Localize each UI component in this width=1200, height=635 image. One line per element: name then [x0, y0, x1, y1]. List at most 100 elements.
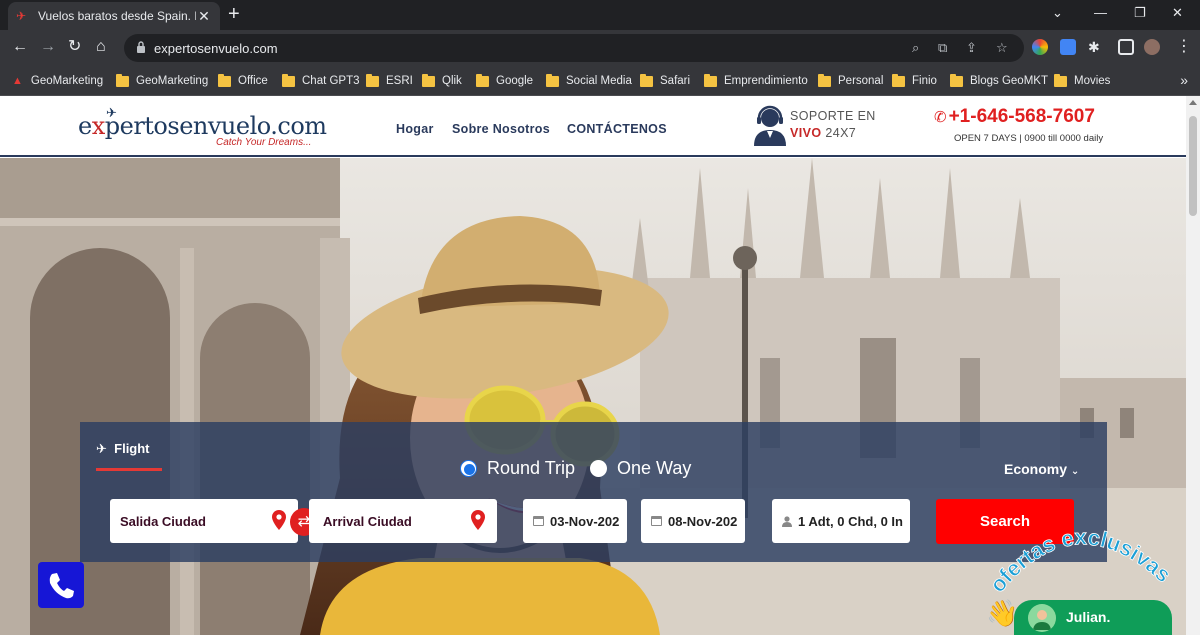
bookmark-folder[interactable]: Google — [476, 73, 533, 89]
return-date-field[interactable]: 08-Nov-202 — [641, 499, 745, 543]
origin-field[interactable]: Salida Ciudad — [110, 499, 298, 543]
minimize-icon[interactable]: — — [1094, 5, 1107, 20]
live-chat-button[interactable]: Julian. — [1014, 600, 1172, 635]
calendar-icon — [533, 516, 544, 526]
call-button[interactable] — [38, 562, 84, 608]
forward-icon[interactable]: → — [40, 38, 56, 56]
tab-title: Vuelos baratos desde Spain. Res — [38, 9, 196, 23]
cabin-class-select[interactable]: Economy ⌄ — [1004, 461, 1079, 477]
geomarketing-logo-icon: ▲ — [12, 75, 23, 87]
support-hours-label: VIVO 24X7 — [790, 126, 857, 140]
bookmark-folder[interactable]: GeoMarketing — [116, 73, 208, 89]
support-agent-icon — [754, 105, 786, 146]
travellers-field[interactable]: 1 Adt, 0 Chd, 0 In — [772, 499, 910, 543]
close-tab-icon[interactable]: ✕ — [196, 8, 212, 25]
bookmark-folder[interactable]: Chat GPT3 — [282, 73, 360, 89]
logo-wordmark: expertosenvuelo.com — [78, 112, 327, 140]
profile-avatar[interactable] — [1144, 39, 1160, 55]
origin-value: Salida Ciudad — [120, 514, 206, 529]
bookmark-star-icon[interactable]: ☆ — [996, 40, 1008, 56]
bookmark-item[interactable]: ▲ GeoMarketing — [12, 73, 103, 89]
folder-icon — [546, 73, 559, 87]
google-translate-extension-icon[interactable] — [1060, 39, 1076, 55]
bookmark-folder[interactable]: Social Media — [546, 73, 632, 89]
phone-handset-icon — [49, 573, 74, 599]
chevron-down-icon: ⌄ — [1070, 466, 1080, 477]
promo-text: ofertas exclusivas — [985, 524, 1176, 597]
tab-bar: ✈ Vuelos baratos desde Spain. Res ✕ + ⌄ … — [0, 0, 1200, 30]
phone-icon: ✆ — [934, 109, 947, 126]
new-tab-icon[interactable]: + — [228, 4, 240, 24]
home-icon[interactable]: ⌂ — [96, 38, 106, 56]
bookmark-folder[interactable]: Blogs GeoMKT — [950, 73, 1048, 89]
bookmark-folder[interactable]: Personal — [818, 73, 883, 89]
phone-number[interactable]: ✆ +1-646-568-7607 — [934, 106, 1095, 128]
one-way-radio[interactable] — [590, 460, 607, 477]
folder-icon — [282, 73, 295, 87]
color-picker-extension-icon[interactable] — [1032, 39, 1048, 55]
depart-date-field[interactable]: 03-Nov-202 — [523, 499, 627, 543]
return-date-value: 08-Nov-202 — [668, 514, 738, 529]
close-window-icon[interactable]: ✕ — [1172, 5, 1183, 21]
location-pin-icon — [272, 510, 286, 530]
folder-icon — [116, 73, 129, 87]
browser-window: ✈ Vuelos baratos desde Spain. Res ✕ + ⌄ … — [0, 0, 1200, 635]
promo-badge[interactable]: ofertas exclusivas — [980, 514, 1190, 604]
share-icon[interactable]: ⇪ — [966, 40, 977, 56]
scroll-up-arrow-icon[interactable] — [1189, 100, 1197, 105]
one-way-option[interactable]: One Way — [590, 458, 691, 479]
opening-hours: OPEN 7 DAYS | 0900 till 0000 daily — [954, 133, 1104, 144]
folder-icon — [422, 73, 435, 87]
calendar-icon — [651, 516, 662, 526]
active-tab-indicator — [96, 468, 162, 471]
destination-value: Arrival Ciudad — [323, 514, 412, 529]
nav-hogar[interactable]: Hogar — [396, 122, 434, 136]
round-trip-option[interactable]: Round Trip — [460, 458, 575, 479]
folder-icon — [892, 73, 905, 87]
bookmark-folder[interactable]: Office — [218, 73, 268, 89]
tab-search-icon[interactable]: ⌄ — [1052, 5, 1063, 21]
logo-tagline: Catch Your Dreams... — [216, 137, 312, 148]
folder-icon — [818, 73, 831, 87]
restore-icon[interactable]: ❐ — [1134, 5, 1146, 21]
nav-sobre-nosotros[interactable]: Sobre Nosotros — [452, 122, 550, 136]
location-pin-icon — [471, 510, 485, 530]
bookmark-folder[interactable]: Qlik — [422, 73, 462, 89]
support-label: SOPORTE EN — [790, 109, 876, 123]
reload-icon[interactable]: ↻ — [68, 38, 81, 56]
nav-contactenos[interactable]: CONTÁCTENOS — [567, 122, 667, 136]
more-bookmarks-icon[interactable]: » — [1180, 72, 1188, 88]
search-icon[interactable]: ⌕ — [912, 40, 919, 56]
bookmark-folder[interactable]: Emprendimiento — [704, 73, 808, 89]
translate-icon[interactable]: ⧉ — [938, 40, 947, 56]
browser-tab[interactable]: ✈ Vuelos baratos desde Spain. Res ✕ — [8, 2, 220, 30]
bookmark-folder[interactable]: Movies — [1054, 73, 1110, 89]
travellers-value: 1 Adt, 0 Chd, 0 In — [798, 514, 903, 529]
bookmark-folder[interactable]: Safari — [640, 73, 690, 89]
menu-icon[interactable]: ⋮ — [1176, 38, 1192, 56]
address-bar[interactable]: expertosenvuelo.com ⌕ ⧉ ⇪ ☆ — [124, 34, 1024, 62]
folder-icon — [476, 73, 489, 87]
scroll-thumb[interactable] — [1189, 116, 1197, 216]
depart-date-value: 03-Nov-202 — [550, 514, 620, 529]
browser-toolbar: ← → ↻ ⌂ expertosenvuelo.com ⌕ ⧉ ⇪ ☆ ✱ ⋮ — [0, 30, 1200, 66]
plane-icon: ✈ — [96, 441, 107, 456]
folder-icon — [640, 73, 653, 87]
folder-icon — [1054, 73, 1067, 87]
flight-search-panel: ✈ Flight Round Trip One Way Economy ⌄ Sa… — [80, 422, 1107, 562]
round-trip-radio[interactable] — [460, 460, 477, 477]
folder-icon — [950, 73, 963, 87]
back-icon[interactable]: ← — [12, 38, 28, 56]
tab-flight[interactable]: ✈ Flight — [96, 441, 150, 457]
extensions-puzzle-icon[interactable]: ✱ — [1088, 38, 1100, 56]
destination-field[interactable]: Arrival Ciudad — [309, 499, 497, 543]
site-header: ✈ expertosenvuelo.com Catch Your Dreams.… — [0, 96, 1186, 157]
agent-avatar-icon — [1028, 604, 1056, 632]
bookmark-folder[interactable]: Finio — [892, 73, 937, 89]
side-panel-icon[interactable] — [1118, 39, 1134, 55]
bookmark-folder[interactable]: ESRI — [366, 73, 413, 89]
person-icon — [782, 516, 792, 527]
chat-agent-name: Julian. — [1066, 609, 1111, 625]
site-logo[interactable]: ✈ expertosenvuelo.com Catch Your Dreams.… — [78, 105, 327, 150]
folder-icon — [704, 73, 717, 87]
